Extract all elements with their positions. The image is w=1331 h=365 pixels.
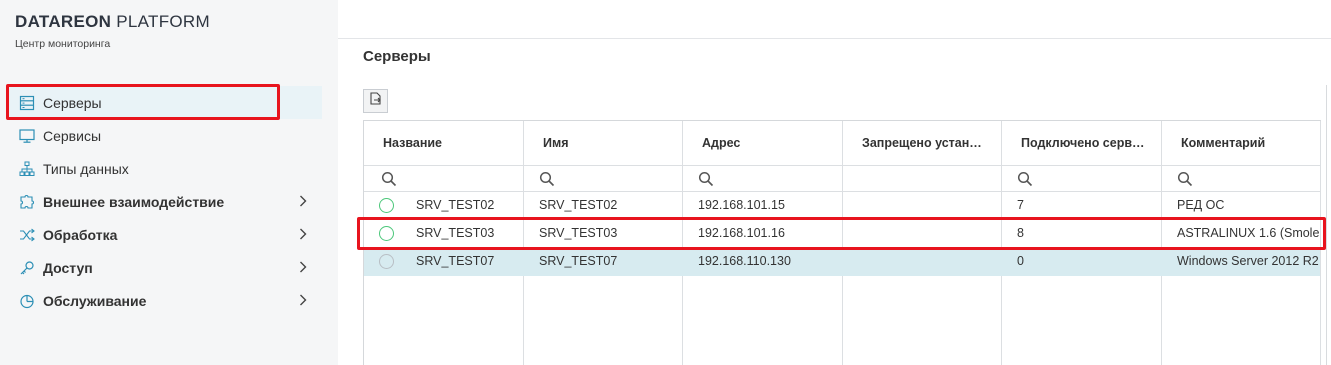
cell-host: SRV_TEST03 [539, 226, 618, 240]
cell-name: SRV_TEST03 [416, 226, 495, 240]
brand-title-light: PLATFORM [116, 12, 210, 31]
chevron-right-icon [300, 261, 307, 273]
sidebar-item-label: Типы данных [43, 160, 129, 177]
search-icon[interactable] [539, 171, 555, 187]
sidebar-item-services[interactable]: Сервисы [8, 119, 322, 152]
table-row[interactable]: SRV_TEST02 SRV_TEST02 192.168.101.15 7 Р… [364, 192, 1320, 220]
sidebar-item-processing[interactable]: Обработка [8, 218, 322, 251]
sidebar-item-access[interactable]: Доступ [8, 251, 322, 284]
sidebar-nav: Серверы Сервисы Типы данных Внешнее взаи… [8, 86, 322, 317]
status-online-icon [379, 226, 394, 241]
app-window: DATAREON PLATFORM Центр мониторинга Серв… [0, 0, 1331, 365]
sidebar-item-data-types[interactable]: Типы данных [8, 152, 322, 185]
column-header-host[interactable]: Имя [543, 136, 673, 150]
brand-title: DATAREON PLATFORM [15, 12, 210, 32]
cell-name: SRV_TEST07 [416, 254, 495, 268]
column-header-connected[interactable]: Подключено серв… [1021, 136, 1146, 150]
table-row[interactable]: SRV_TEST03 SRV_TEST03 192.168.101.16 8 A… [364, 220, 1320, 248]
monitor-icon [19, 128, 35, 144]
filter-row [364, 166, 1320, 192]
brand: DATAREON PLATFORM Центр мониторинга [15, 12, 210, 50]
shuffle-icon [19, 227, 35, 243]
server-icon [19, 95, 35, 111]
data-types-icon [19, 161, 35, 177]
cell-connected: 8 [1017, 226, 1024, 240]
table-row-selected[interactable]: SRV_TEST07 SRV_TEST07 192.168.110.130 0 … [364, 248, 1320, 276]
cell-host: SRV_TEST07 [539, 254, 618, 268]
sidebar-item-label: Обработка [43, 226, 118, 243]
cell-address: 192.168.101.16 [698, 226, 785, 240]
sidebar-item-label: Серверы [43, 94, 102, 111]
key-icon [19, 260, 35, 276]
sidebar: DATAREON PLATFORM Центр мониторинга Серв… [0, 0, 338, 365]
sidebar-item-external-interaction[interactable]: Внешнее взаимодействие [8, 185, 322, 218]
status-offline-icon [379, 254, 394, 269]
search-icon[interactable] [1017, 171, 1033, 187]
column-header-comment[interactable]: Комментарий [1181, 136, 1311, 150]
servers-table: Название Имя Адрес Запрещено устана… Под… [363, 120, 1321, 365]
column-header-name[interactable]: Название [383, 136, 513, 150]
sidebar-item-servers[interactable]: Серверы [8, 86, 322, 119]
search-icon[interactable] [698, 171, 714, 187]
cell-host: SRV_TEST02 [539, 198, 618, 212]
top-bar [338, 0, 1331, 39]
chevron-right-icon [300, 294, 307, 306]
table-header: Название Имя Адрес Запрещено устана… Под… [364, 121, 1320, 166]
cell-comment: РЕД ОС [1177, 198, 1225, 212]
sidebar-item-label: Обслуживание [43, 292, 147, 309]
puzzle-icon [19, 194, 35, 210]
cell-address: 192.168.101.15 [698, 198, 785, 212]
sidebar-item-label: Внешнее взаимодействие [43, 193, 225, 210]
pie-chart-icon [19, 293, 35, 309]
cell-connected: 7 [1017, 198, 1024, 212]
status-online-icon [379, 198, 394, 213]
chevron-right-icon [300, 195, 307, 207]
column-header-forbidden[interactable]: Запрещено устана… [862, 136, 987, 150]
cell-comment: ASTRALINUX 1.6 (Smole [1177, 226, 1320, 240]
cell-connected: 0 [1017, 254, 1024, 268]
column-divider [1320, 121, 1321, 365]
panel-edge [1326, 85, 1327, 365]
export-button[interactable] [363, 89, 388, 113]
brand-title-bold: DATAREON [15, 12, 112, 31]
sidebar-item-maintenance[interactable]: Обслуживание [8, 284, 322, 317]
sidebar-item-label: Сервисы [43, 127, 102, 144]
chevron-right-icon [300, 228, 307, 240]
search-icon[interactable] [381, 171, 397, 187]
brand-subtitle: Центр мониторинга [15, 38, 111, 50]
export-icon [369, 92, 382, 110]
cell-comment: Windows Server 2012 R2 [1177, 254, 1319, 268]
cell-address: 192.168.110.130 [698, 254, 791, 268]
cell-name: SRV_TEST02 [416, 198, 495, 212]
column-header-address[interactable]: Адрес [702, 136, 832, 150]
page-title: Серверы [363, 48, 431, 65]
sidebar-item-label: Доступ [43, 259, 93, 276]
search-icon[interactable] [1177, 171, 1193, 187]
